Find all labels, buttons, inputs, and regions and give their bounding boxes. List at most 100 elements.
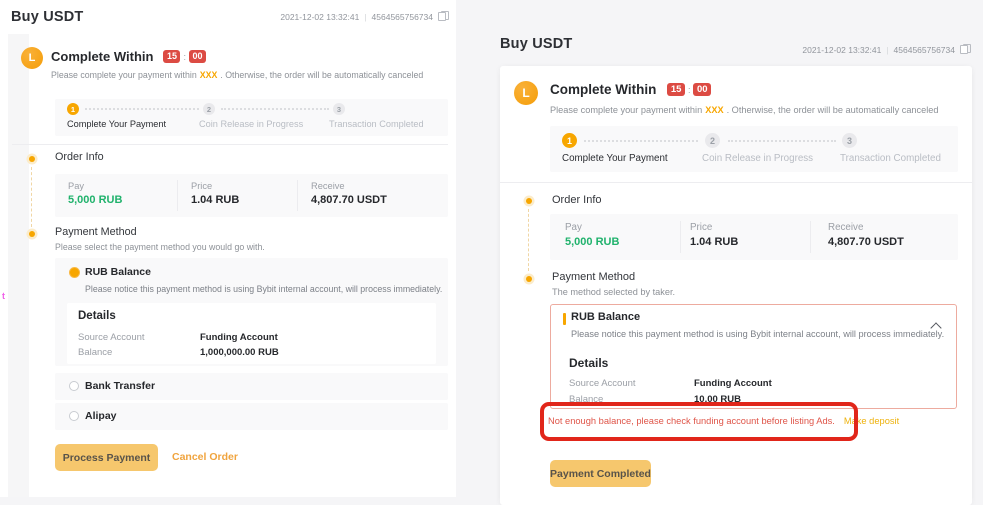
alert-message: Not enough balance, please check funding…	[548, 416, 835, 426]
section-divider	[500, 182, 972, 183]
order-id: 4564565756734	[372, 12, 433, 22]
process-payment-button[interactable]: Process Payment	[55, 444, 158, 471]
order-info-heading: Order Info	[55, 151, 104, 163]
source-account-label: Source Account	[569, 378, 636, 389]
step-3-label: Transaction Completed	[840, 153, 941, 164]
rub-balance-label: RUB Balance	[571, 311, 640, 323]
selected-marker	[563, 313, 566, 325]
bank-transfer-option[interactable]: Bank Transfer	[55, 373, 448, 400]
timer-note-suffix: . Otherwise, the order will be automatic…	[727, 105, 939, 115]
order-meta: 2021-12-02 13:32:41 | 4564565756734	[802, 44, 970, 55]
clock-icon: L	[514, 81, 538, 105]
details-heading: Details	[569, 356, 608, 370]
order-meta: 2021-12-02 13:32:41 | 4564565756734	[280, 11, 448, 22]
rub-balance-option[interactable]: RUB Balance Please notice this payment m…	[55, 258, 448, 366]
receive-label: Receive	[828, 222, 863, 233]
payment-method-heading: Payment Method	[55, 226, 137, 238]
timer-seconds-badge: 00	[693, 83, 711, 97]
timeline-connector	[31, 167, 32, 227]
step-1-circle: 1	[562, 133, 577, 148]
divider	[177, 180, 178, 211]
details-box: Details Source Account Funding Account B…	[67, 303, 436, 364]
source-account-value: Funding Account	[694, 378, 772, 389]
step-connector	[584, 140, 698, 142]
step-2-label: Coin Release in Progress	[702, 153, 813, 164]
pay-value: 5,000 RUB	[68, 194, 122, 206]
timer-note-prefix: Please complete your payment within	[51, 70, 197, 80]
receive-value: 4,807.70 USDT	[311, 194, 387, 206]
meta-separator: |	[364, 12, 366, 22]
timeline-connector	[528, 209, 529, 271]
timer-row: Complete Within 15 : 00	[550, 82, 711, 97]
price-label: Price	[191, 181, 212, 191]
scroll-rail[interactable]	[8, 34, 29, 497]
step-3-circle: 3	[842, 133, 857, 148]
pay-label: Pay	[565, 222, 582, 233]
payment-method-note: The method selected by taker.	[552, 287, 675, 297]
timer-note: Please complete your payment withinXXX. …	[51, 70, 423, 80]
step-3-label: Transaction Completed	[329, 119, 424, 129]
stray-pink-mark: t	[2, 291, 5, 301]
price-value: 1.04 RUB	[191, 194, 239, 206]
step-2-label: Coin Release in Progress	[199, 119, 303, 129]
bank-transfer-radio[interactable]	[69, 381, 79, 391]
balance-value: 1,000,000.00 RUB	[200, 347, 279, 358]
left-panel: Buy USDT 2021-12-02 13:32:41 | 456456575…	[0, 0, 456, 497]
order-info-box: Pay 5,000 RUB Price 1.04 RUB Receive 4,8…	[55, 174, 448, 217]
alipay-label: Alipay	[85, 410, 117, 422]
step-1-label: Complete Your Payment	[562, 153, 668, 164]
source-account-label: Source Account	[78, 332, 145, 343]
timer-note: Please complete your payment withinXXX . …	[550, 105, 939, 115]
step-2-circle: 2	[203, 103, 215, 115]
balance-value: 10.00 RUB	[694, 394, 741, 405]
order-id: 4564565756734	[894, 45, 955, 55]
pay-value: 5,000 RUB	[565, 236, 619, 248]
order-info-bullet	[29, 156, 35, 162]
timer-seconds-badge: 00	[189, 50, 206, 63]
timer-note-prefix: Please complete your payment within	[550, 105, 702, 115]
receive-label: Receive	[311, 181, 345, 191]
timer-note-placeholder: XXX	[705, 105, 723, 115]
page: { "colors": { "brand_orange": "#f7a600",…	[0, 0, 983, 505]
cancel-order-link[interactable]: Cancel Order	[172, 451, 238, 463]
payment-completed-button[interactable]: Payment Completed	[550, 460, 651, 487]
payment-method-heading: Payment Method	[552, 271, 635, 283]
divider	[297, 180, 298, 211]
page-title: Buy USDT	[11, 9, 84, 25]
payment-method-bullet	[29, 231, 35, 237]
stepper: 1 2 3 Complete Your Payment Coin Release…	[55, 99, 448, 136]
timer-colon: :	[183, 52, 186, 62]
step-1-circle: 1	[67, 103, 79, 115]
rub-balance-note: Please notice this payment method is usi…	[571, 329, 944, 339]
price-label: Price	[690, 222, 712, 233]
order-timestamp: 2021-12-02 13:32:41	[802, 45, 881, 55]
copy-icon[interactable]	[438, 11, 448, 22]
make-deposit-link[interactable]: Make deposit	[844, 416, 899, 426]
timer-colon: :	[688, 85, 691, 95]
timer-note-placeholder: XXX	[200, 70, 218, 80]
balance-label: Balance	[78, 347, 112, 358]
page-title: Buy USDT	[500, 36, 573, 52]
step-3-circle: 3	[333, 103, 345, 115]
step-connector	[221, 108, 329, 110]
details-heading: Details	[78, 310, 116, 322]
order-timestamp: 2021-12-02 13:32:41	[280, 12, 359, 22]
pay-label: Pay	[68, 181, 84, 191]
rub-balance-card[interactable]: RUB Balance Please notice this payment m…	[550, 304, 957, 409]
balance-label: Balance	[569, 394, 603, 405]
bank-transfer-label: Bank Transfer	[85, 380, 155, 392]
payment-method-note: Please select the payment method you wou…	[55, 242, 265, 252]
alipay-radio[interactable]	[69, 411, 79, 421]
copy-icon[interactable]	[960, 44, 970, 55]
alipay-option[interactable]: Alipay	[55, 403, 448, 430]
step-connector	[728, 140, 836, 142]
order-info-heading: Order Info	[552, 194, 602, 206]
step-connector	[85, 108, 199, 110]
clock-icon: L	[21, 47, 43, 69]
rub-balance-radio[interactable]	[69, 267, 80, 278]
section-divider	[12, 144, 448, 145]
divider	[810, 221, 811, 253]
right-panel: L Complete Within 15 : 00 Please complet…	[500, 66, 972, 505]
divider	[680, 221, 681, 253]
step-1-label: Complete Your Payment	[67, 119, 166, 129]
